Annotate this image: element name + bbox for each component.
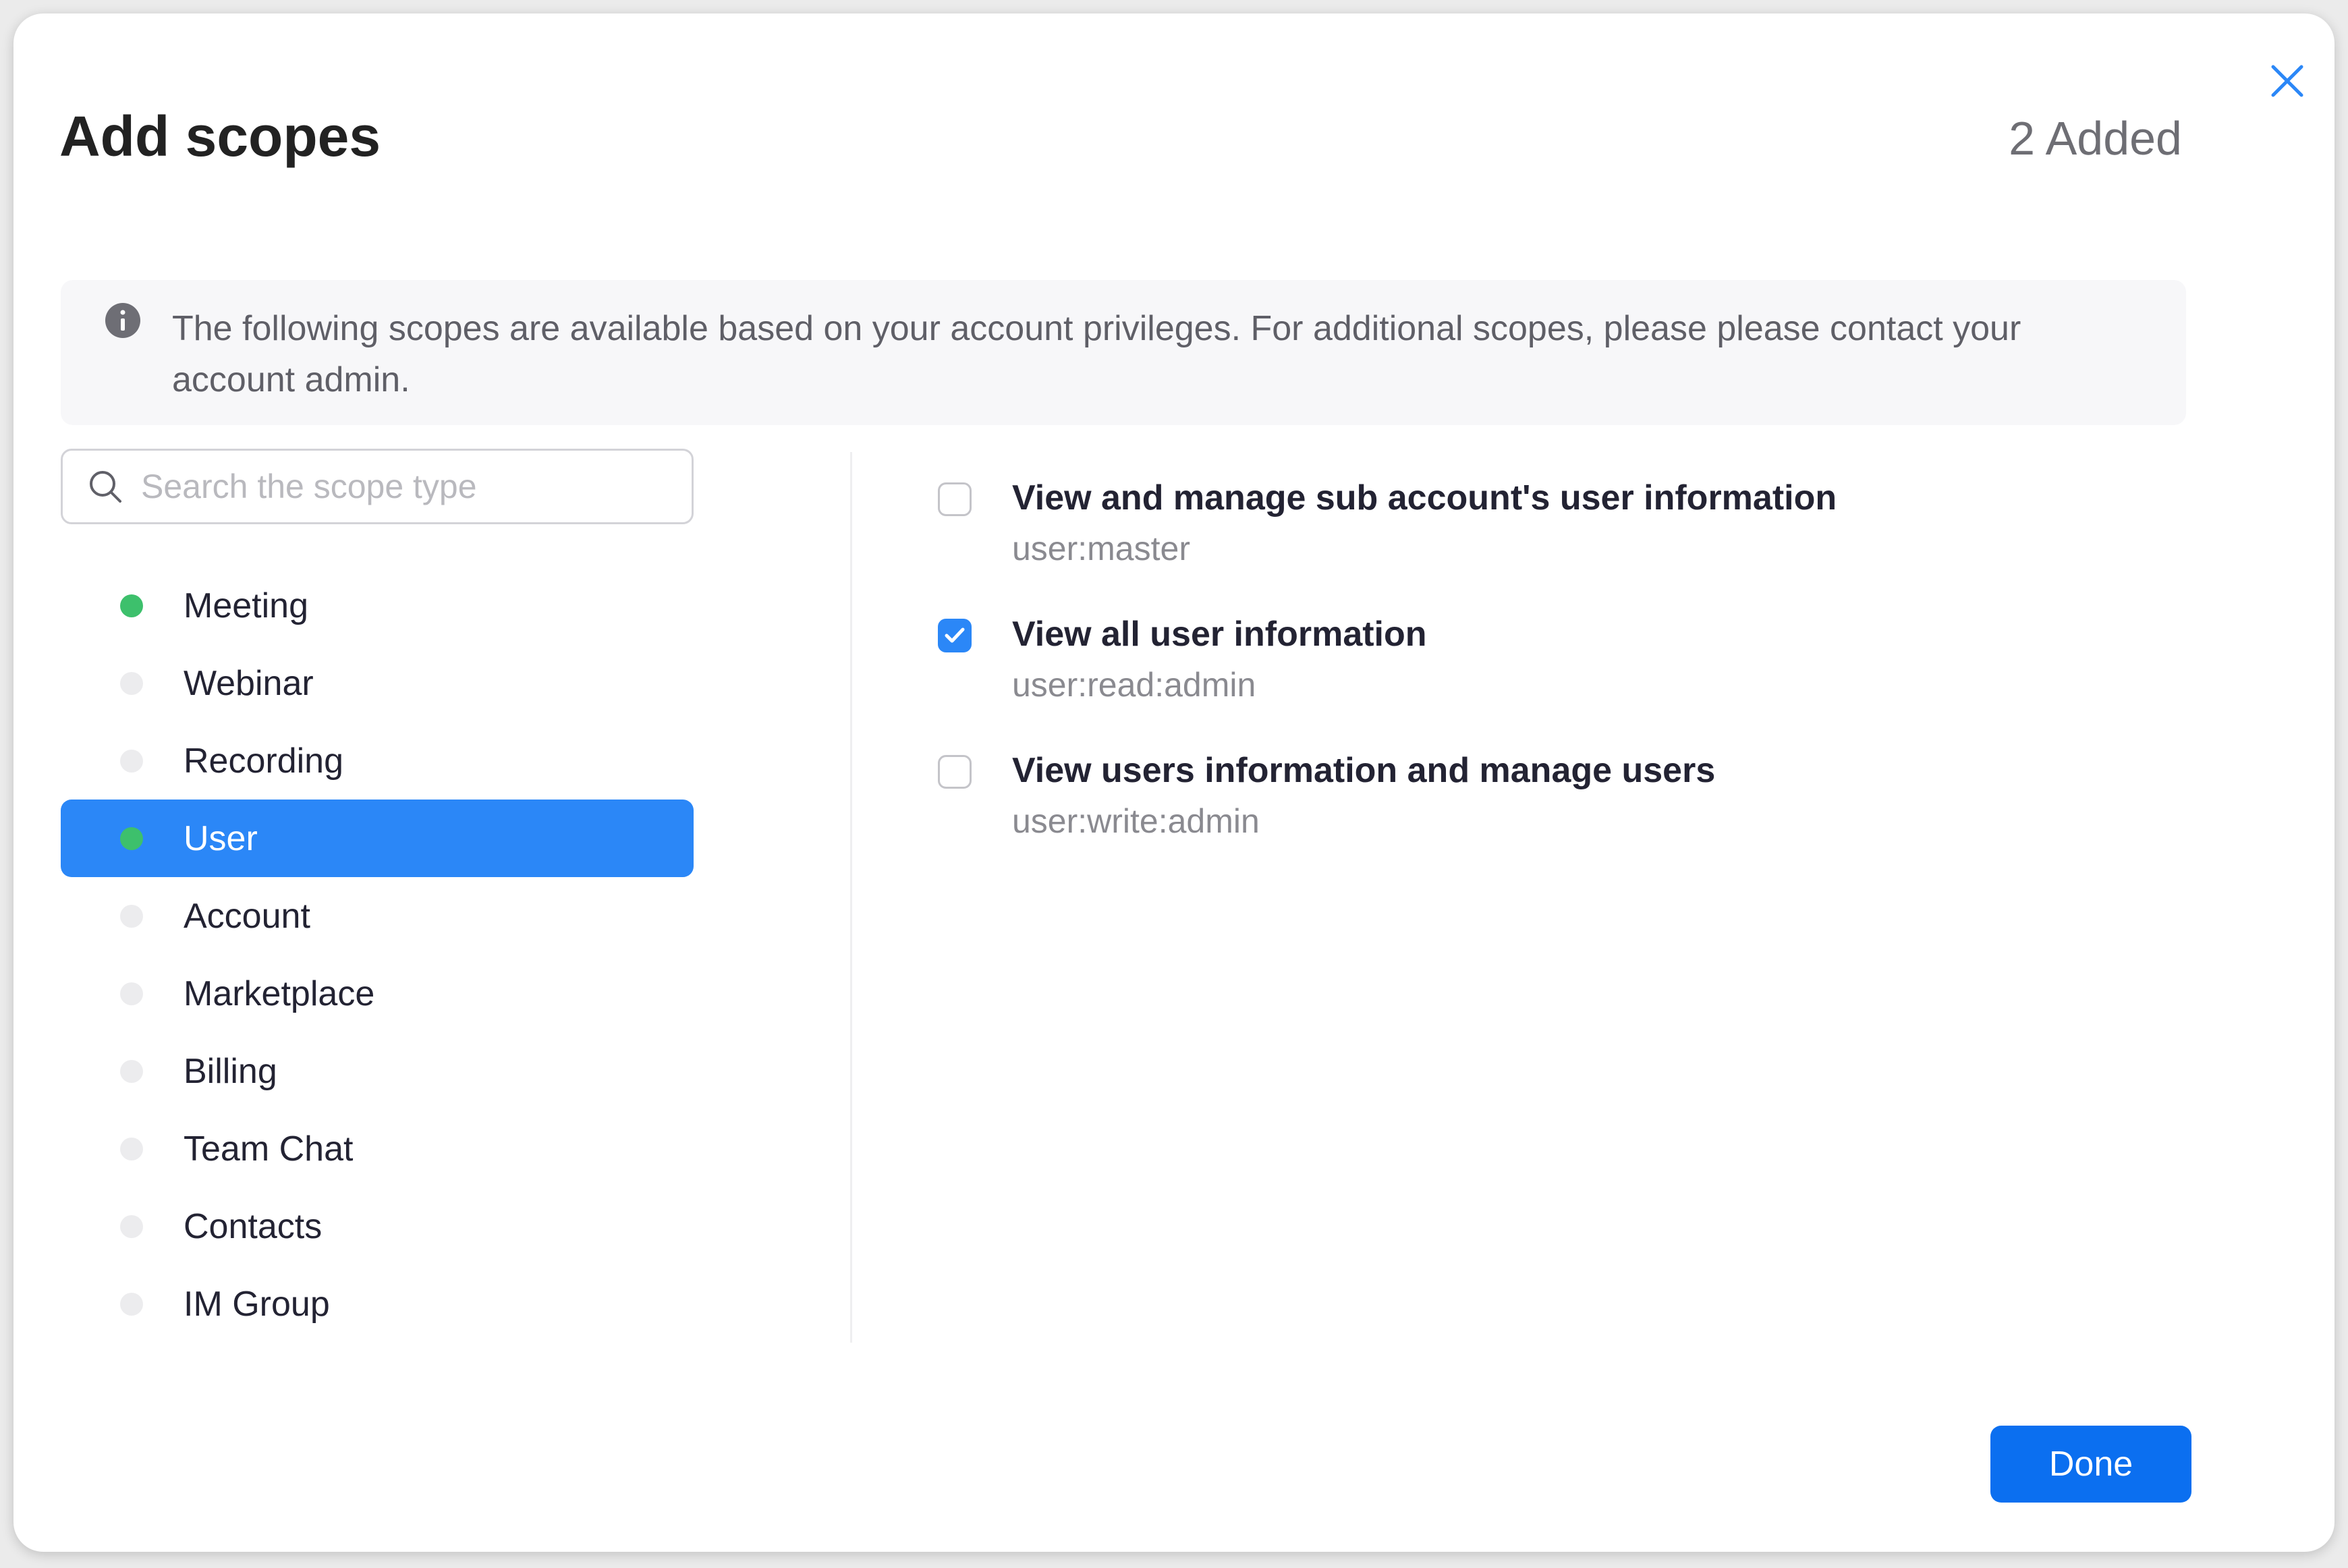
- category-label: Recording: [184, 741, 344, 781]
- scope-checkbox[interactable]: [938, 482, 972, 516]
- search-icon: [90, 471, 121, 503]
- scope-title: View and manage sub account's user infor…: [1012, 478, 1837, 517]
- add-scopes-dialog: Add scopes 2 Added The following scopes …: [13, 13, 2335, 1552]
- category-label: Marketplace: [184, 974, 375, 1013]
- category-status-dot: [120, 594, 143, 617]
- category-label: Webinar: [184, 663, 314, 703]
- category-label: User: [184, 818, 258, 858]
- scope-title: View all user information: [1012, 615, 1427, 654]
- dialog-title: Add scopes: [59, 105, 381, 168]
- info-text: The following scopes are available based…: [172, 309, 2021, 399]
- search-input[interactable]: [140, 466, 669, 507]
- category-item-user[interactable]: User: [61, 800, 694, 877]
- category-item-account[interactable]: Account: [61, 877, 694, 955]
- close-icon: [2271, 65, 2303, 97]
- category-item-marketplace[interactable]: Marketplace: [61, 955, 694, 1032]
- category-status-dot: [120, 827, 143, 850]
- scope-checkbox[interactable]: [938, 755, 972, 789]
- category-label: Meeting: [184, 586, 308, 625]
- scope-code: user:write:admin: [1012, 802, 1260, 840]
- search-box[interactable]: [61, 449, 694, 524]
- category-status-dot: [120, 671, 143, 695]
- scope-checkbox[interactable]: [938, 619, 972, 652]
- info-banner: The following scopes are available based…: [61, 280, 2186, 425]
- category-status-dot: [120, 1137, 143, 1160]
- category-status-dot: [120, 904, 143, 928]
- scope-code: user:read:admin: [1012, 666, 1256, 704]
- close-button[interactable]: [2260, 54, 2314, 108]
- category-label: Billing: [184, 1051, 277, 1091]
- scope-category-list: Meeting Webinar Recording User Account Market…: [61, 567, 694, 1343]
- done-button[interactable]: Done: [1990, 1426, 2191, 1503]
- scope-item: View users information and manage users u…: [938, 748, 2220, 885]
- check-icon: [945, 627, 965, 643]
- scope-code: user:master: [1012, 530, 1190, 567]
- panel-divider: [850, 452, 852, 1343]
- category-item-webinar[interactable]: Webinar: [61, 644, 694, 722]
- info-icon: [105, 303, 140, 338]
- category-status-dot: [120, 1214, 143, 1238]
- added-count: 2 Added: [2009, 112, 2182, 165]
- category-item-meeting[interactable]: Meeting: [61, 567, 694, 644]
- category-status-dot: [120, 1292, 143, 1316]
- category-status-dot: [120, 749, 143, 773]
- category-item-billing[interactable]: Billing: [61, 1032, 694, 1110]
- category-item-contacts[interactable]: Contacts: [61, 1187, 694, 1265]
- scope-item: View and manage sub account's user infor…: [938, 476, 2220, 612]
- category-label: Team Chat: [184, 1129, 354, 1169]
- category-item-team-chat[interactable]: Team Chat: [61, 1110, 694, 1187]
- category-label: Contacts: [184, 1206, 323, 1246]
- category-status-dot: [120, 982, 143, 1005]
- category-item-recording[interactable]: Recording: [61, 722, 694, 800]
- category-item-im-group[interactable]: IM Group: [61, 1265, 694, 1343]
- category-label: Account: [184, 896, 310, 936]
- category-status-dot: [120, 1059, 143, 1083]
- scope-list: View and manage sub account's user infor…: [938, 476, 2220, 885]
- scope-title: View users information and manage users: [1012, 751, 1716, 790]
- category-label: IM Group: [184, 1284, 330, 1324]
- scope-item: View all user information user:read:admin: [938, 612, 2220, 748]
